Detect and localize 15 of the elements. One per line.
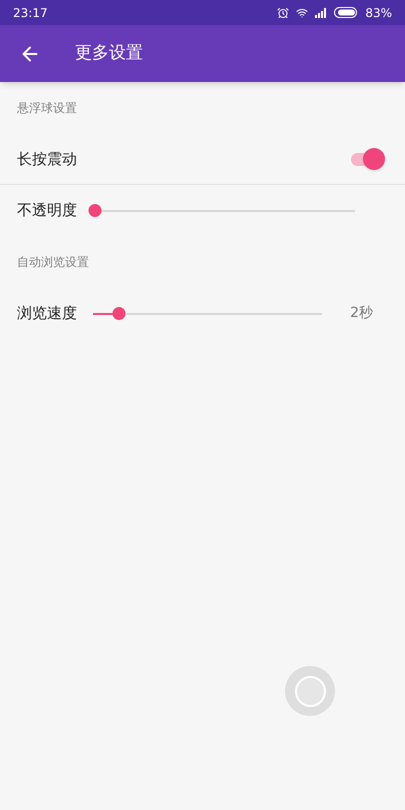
signal-icon (315, 8, 328, 18)
battery-icon (334, 7, 358, 18)
section-header: 自动浏览设置 (17, 254, 89, 271)
battery-percent: 83% (365, 4, 392, 22)
setting-label: 长按震动 (17, 148, 77, 170)
setting-label: 不透明度 (17, 200, 77, 222)
slider[interactable] (89, 204, 355, 218)
section-header: 悬浮球设置 (17, 100, 77, 117)
page-title: 更多设置 (75, 42, 143, 65)
setting-label: 浏览速度 (17, 303, 77, 324)
alarm-icon (277, 6, 290, 18)
slider-value: 2秒 (350, 304, 373, 323)
wifi-icon (296, 6, 308, 18)
toggle-switch[interactable] (351, 148, 385, 170)
status-time: 23:17 (13, 4, 48, 22)
